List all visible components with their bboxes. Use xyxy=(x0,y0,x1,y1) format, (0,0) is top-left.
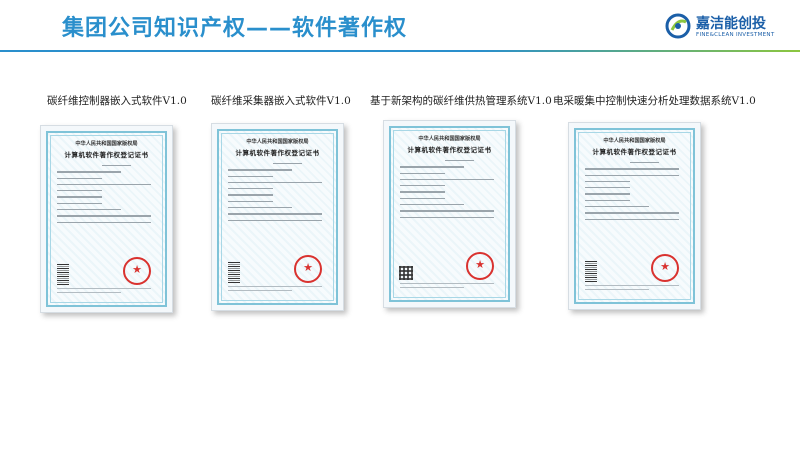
certificate-image-3: 中华人民共和国国家版权局 计算机软件著作权登记证书 ★ xyxy=(383,120,516,308)
cert-body-text xyxy=(228,163,327,226)
cert-title-2: 碳纤维采集器嵌入式软件V1.0 xyxy=(211,95,351,107)
cert-issuer: 中华人民共和国国家版权局 xyxy=(418,136,481,142)
cert-title-4: 电采暖集中控制快速分析处理数据系统V1.0 xyxy=(553,95,756,107)
cert-title-3: 基于新架构的碳纤维供热管理系统V1.0 xyxy=(370,95,552,107)
cert-barcode xyxy=(585,260,597,282)
official-seal-icon: ★ xyxy=(123,257,151,285)
cert-qr-code xyxy=(399,266,413,280)
page-title: 集团公司知识产权——软件著作权 xyxy=(62,16,408,41)
header-divider xyxy=(0,50,800,52)
cert-barcode xyxy=(57,263,69,285)
cert-doc-title: 计算机软件著作权登记证书 xyxy=(235,149,320,157)
logo-text-cn: 嘉洁能创投 xyxy=(696,16,766,32)
certificate-image-1: 中华人民共和国国家版权局 计算机软件著作权登记证书 ★ xyxy=(40,125,173,313)
slide-header: 集团公司知识产权——软件著作权 嘉洁能创投 FINE&CLEAN INVESTM… xyxy=(0,0,800,55)
cert-issuer: 中华人民共和国国家版权局 xyxy=(246,139,309,145)
certificate-image-4: 中华人民共和国国家版权局 计算机软件著作权登记证书 ★ xyxy=(568,122,701,310)
cert-title-1: 碳纤维控制器嵌入式软件V1.0 xyxy=(47,95,187,107)
logo-text-en: FINE&CLEAN INVESTMENT xyxy=(696,32,775,38)
cert-barcode xyxy=(228,261,240,283)
cert-body-text xyxy=(400,160,499,223)
official-seal-icon: ★ xyxy=(466,252,494,280)
company-logo: 嘉洁能创投 FINE&CLEAN INVESTMENT xyxy=(664,12,794,42)
cert-body-text xyxy=(57,165,156,228)
cert-issuer: 中华人民共和国国家版权局 xyxy=(603,138,666,144)
cert-doc-title: 计算机软件著作权登记证书 xyxy=(407,146,492,154)
cert-issuer: 中华人民共和国国家版权局 xyxy=(75,141,138,147)
logo-mark-icon xyxy=(665,13,691,39)
cert-body-text xyxy=(585,162,684,225)
certificate-image-2: 中华人民共和国国家版权局 计算机软件著作权登记证书 ★ xyxy=(211,123,344,311)
official-seal-icon: ★ xyxy=(294,255,322,283)
official-seal-icon: ★ xyxy=(651,254,679,282)
cert-doc-title: 计算机软件著作权登记证书 xyxy=(592,148,677,156)
cert-doc-title: 计算机软件著作权登记证书 xyxy=(64,151,149,159)
